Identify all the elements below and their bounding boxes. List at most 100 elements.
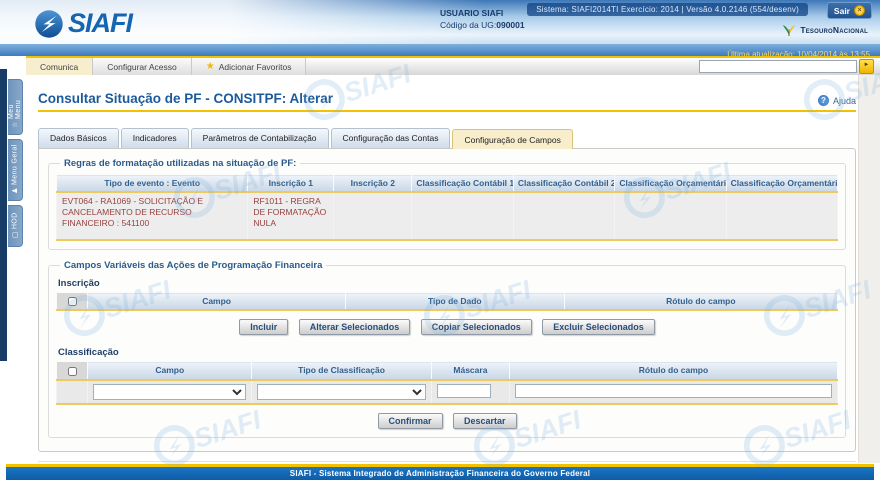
user-block: USUARIO SIAFI Código da UG:090001 bbox=[440, 7, 525, 32]
classificacao-header-row: Campo Tipo de Classificação Máscara Rótu… bbox=[57, 362, 838, 380]
user-label: USUARIO SIAFI bbox=[440, 7, 525, 19]
rotulo-campo-input[interactable] bbox=[515, 384, 832, 398]
ug-value: 090001 bbox=[496, 20, 524, 30]
excluir-selecionados-button[interactable]: Excluir Selecionados bbox=[542, 319, 655, 335]
campos-variaveis-legend: Campos Variáveis das Ações de Programaçã… bbox=[60, 260, 326, 271]
menubar-item-comunica[interactable]: Comunica bbox=[26, 58, 93, 75]
cell-inscricao-1: RF1011 - REGRA DE FORMATAÇÃO NULA bbox=[248, 192, 334, 240]
regras-legend: Regras de formatação utilizadas na situa… bbox=[60, 158, 300, 169]
col-class-contabil-2: Classificação Contábil 2 bbox=[513, 175, 615, 193]
tab-label: Configuração de Campos bbox=[464, 135, 560, 145]
regras-data-row: EVT064 - RA1069 - SOLICITAÇÃO E CANCELAM… bbox=[57, 192, 838, 240]
classificacao-table: Campo Tipo de Classificação Máscara Rótu… bbox=[56, 361, 838, 404]
sidebar-rail bbox=[0, 69, 7, 361]
cell-class-contabil-1 bbox=[412, 192, 514, 240]
regras-header-row: Tipo de evento : Evento Inscrição 1 Insc… bbox=[57, 175, 838, 193]
page-title: Consultar Situação de PF - CONSITPF: Alt… bbox=[38, 91, 333, 106]
tab-label: Indicadores bbox=[133, 133, 177, 143]
tesouro-nacional-brand: TesouroNacional bbox=[781, 22, 868, 38]
tab-dados-basicos[interactable]: Dados Básicos bbox=[38, 128, 119, 148]
campo-select[interactable] bbox=[93, 384, 246, 400]
cell-tipo-evento: EVT064 - RA1069 - SOLICITAÇÃO E CANCELAM… bbox=[57, 192, 248, 240]
ug-line: Código da UG:090001 bbox=[440, 19, 525, 31]
tipo-classificacao-cell bbox=[252, 380, 432, 404]
quick-search-input[interactable] bbox=[699, 60, 857, 73]
col-class-orcamentaria-2: Classificação Orçamentária 2 bbox=[726, 175, 837, 193]
inscricao-select-all-checkbox[interactable] bbox=[68, 297, 77, 306]
campos-variaveis-fieldset: Campos Variáveis das Ações de Programaçã… bbox=[48, 260, 846, 438]
col-campo: Campo bbox=[88, 362, 252, 380]
siafi-logo-icon bbox=[34, 9, 64, 39]
cell-class-orcamentaria-2 bbox=[726, 192, 837, 240]
classificacao-buttons: Confirmar Descartar bbox=[56, 411, 838, 429]
tipo-classificacao-select[interactable] bbox=[257, 384, 426, 400]
main-content: Consultar Situação de PF - CONSITPF: Alt… bbox=[26, 91, 880, 487]
regras-table: Tipo de evento : Evento Inscrição 1 Insc… bbox=[56, 174, 838, 241]
cell-class-orcamentaria-1 bbox=[615, 192, 726, 240]
campo-cell bbox=[88, 380, 252, 404]
tab-label: Parâmetros de Contabilização bbox=[203, 133, 317, 143]
help-link[interactable]: ? Ajuda bbox=[818, 95, 856, 106]
tab-configuracao-campos[interactable]: Configuração de Campos bbox=[452, 129, 572, 149]
app-header: SIAFI Sistema: SIAFI2014TI Exercício: 20… bbox=[0, 0, 880, 56]
regras-fieldset: Regras de formatação utilizadas na situa… bbox=[48, 158, 846, 250]
descartar-button[interactable]: Descartar bbox=[453, 413, 517, 429]
menubar-item-label: Comunica bbox=[40, 62, 78, 72]
mascara-input[interactable] bbox=[437, 384, 491, 398]
menubar-item-adicionar-favoritos[interactable]: ★ Adicionar Favoritos bbox=[192, 58, 307, 75]
col-campo: Campo bbox=[88, 293, 346, 311]
col-inscricao-2: Inscrição 2 bbox=[334, 175, 412, 193]
logout-label: Sair bbox=[834, 6, 850, 16]
sidebar-item-menu-geral[interactable]: ♟ Menu Geral bbox=[8, 139, 23, 201]
select-all-cell bbox=[57, 362, 88, 380]
tab-parametros-contabilizacao[interactable]: Parâmetros de Contabilização bbox=[191, 128, 329, 148]
inscricao-table: Campo Tipo de Dado Rótulo do campo bbox=[56, 292, 838, 311]
col-rotulo-campo: Rótulo do campo bbox=[564, 293, 837, 311]
tab-label: Configuração das Contas bbox=[343, 133, 439, 143]
select-all-cell bbox=[57, 293, 88, 311]
quick-search: ► bbox=[699, 58, 880, 75]
col-tipo-evento: Tipo de evento : Evento bbox=[57, 175, 248, 193]
header-update-strip: Última atualização: 10/04/2014 às 13:55 bbox=[0, 44, 880, 56]
sidebar-item-label: Menu Geral bbox=[12, 144, 19, 185]
inscricao-section-label: Inscrição bbox=[58, 278, 838, 289]
tab-panel: Regras de formatação utilizadas na situa… bbox=[38, 148, 856, 452]
classificacao-input-row bbox=[57, 380, 838, 404]
sidebar-item-hod[interactable]: ▢ HOD bbox=[8, 205, 23, 247]
rotulo-cell bbox=[509, 380, 837, 404]
menubar-item-label: Adicionar Favoritos bbox=[219, 62, 292, 72]
sidebar-item-label: HOD bbox=[12, 212, 19, 229]
sidebar-item-meu-menu[interactable]: ☆Meu Menu bbox=[8, 79, 23, 135]
title-divider bbox=[38, 110, 856, 112]
tesouro-nacional-label: TesouroNacional bbox=[800, 25, 868, 35]
mascara-cell bbox=[431, 380, 509, 404]
alterar-selecionados-button[interactable]: Alterar Selecionados bbox=[299, 319, 411, 335]
logout-button[interactable]: Sair × bbox=[827, 2, 872, 19]
col-class-orcamentaria-1: Classificação Orçamentária 1 bbox=[615, 175, 726, 193]
col-tipo-classificacao: Tipo de Classificação bbox=[252, 362, 432, 380]
cell-inscricao-2 bbox=[334, 192, 412, 240]
classificacao-select-all-checkbox[interactable] bbox=[68, 367, 77, 376]
tesouro-nacional-icon bbox=[781, 22, 797, 38]
siafi-logo: SIAFI bbox=[34, 8, 132, 39]
menubar: Comunica Configurar Acesso ★ Adicionar F… bbox=[26, 56, 880, 75]
col-tipo-dado: Tipo de Dado bbox=[345, 293, 564, 311]
menubar-item-configurar-acesso[interactable]: Configurar Acesso bbox=[93, 58, 191, 75]
help-icon: ? bbox=[818, 95, 829, 106]
footer-text: SIAFI - Sistema Integrado de Administraç… bbox=[6, 467, 874, 480]
monitor-icon: ▢ bbox=[11, 232, 19, 240]
app-footer: SIAFI - Sistema Integrado de Administraç… bbox=[6, 464, 874, 480]
inscricao-header-row: Campo Tipo de Dado Rótulo do campo bbox=[57, 293, 838, 311]
star-icon: ☆ bbox=[11, 122, 19, 130]
copiar-selecionados-button[interactable]: Copiar Selecionados bbox=[421, 319, 532, 335]
incluir-button[interactable]: Incluir bbox=[239, 319, 288, 335]
inscricao-buttons: Incluir Alterar Selecionados Copiar Sele… bbox=[56, 317, 838, 335]
col-class-contabil-1: Classificação Contábil 1 bbox=[412, 175, 514, 193]
sitemap-icon: ♟ bbox=[11, 188, 19, 196]
tab-configuracao-contas[interactable]: Configuração das Contas bbox=[331, 128, 451, 148]
confirmar-button[interactable]: Confirmar bbox=[378, 413, 443, 429]
tab-indicadores[interactable]: Indicadores bbox=[121, 128, 189, 148]
search-go-icon[interactable]: ► bbox=[859, 59, 874, 74]
siafi-logo-text: SIAFI bbox=[68, 8, 132, 39]
tab-label: Dados Básicos bbox=[50, 133, 107, 143]
